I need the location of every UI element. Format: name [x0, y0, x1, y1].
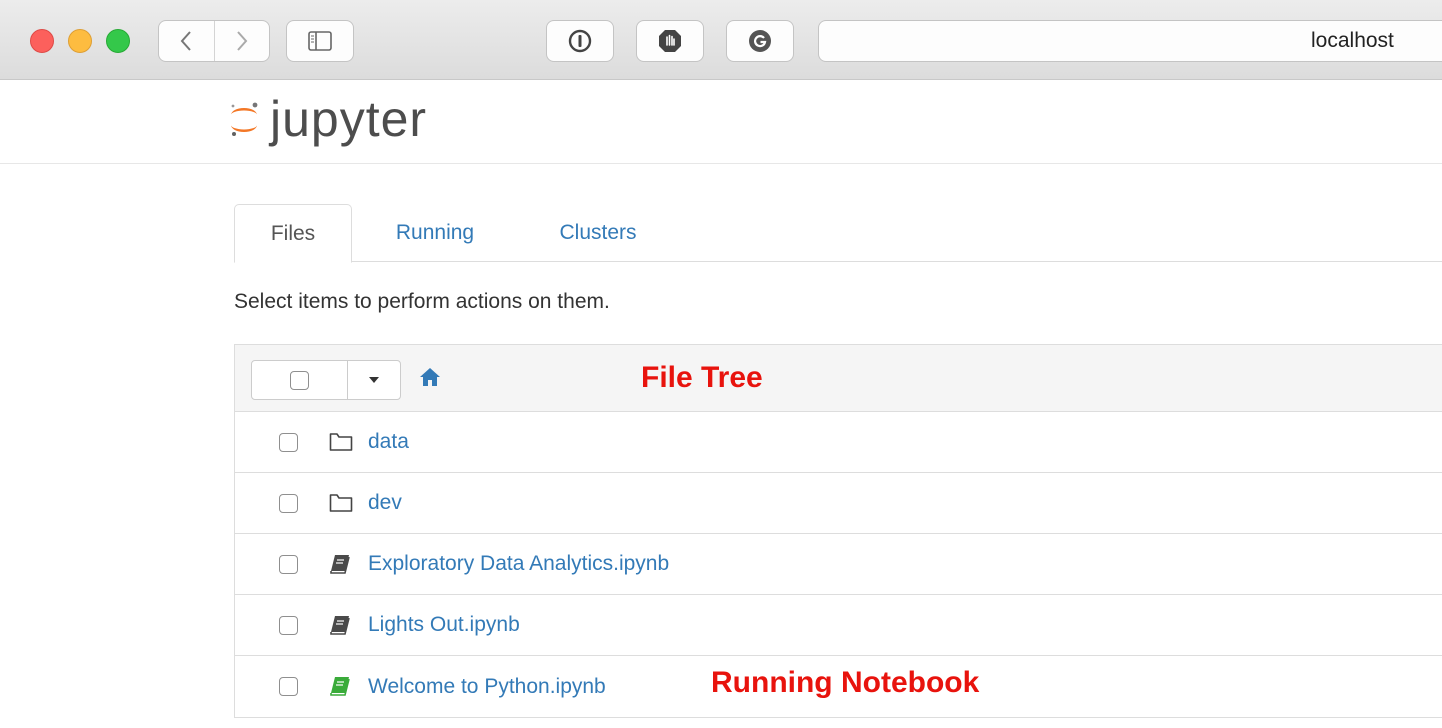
logo-text: jupyter: [270, 91, 428, 147]
file-tree-annotation: File Tree: [641, 361, 763, 394]
browser-toolbar: localhost: [0, 0, 1442, 80]
password-manager-icon: [568, 29, 592, 53]
list-item: Welcome to Python.ipynb Running Notebook: [235, 656, 1442, 717]
back-button[interactable]: [159, 21, 214, 61]
list-item: Exploratory Data Analytics.ipynb: [235, 534, 1442, 595]
tab-clusters[interactable]: Clusters: [536, 204, 660, 262]
home-icon: [420, 368, 440, 386]
sidebar-icon: [308, 31, 332, 51]
select-all-checkbox[interactable]: [252, 361, 348, 399]
tab-bar: Files Running Clusters: [234, 204, 1442, 263]
minimize-window-button[interactable]: [68, 29, 92, 53]
running-notebook-annotation: Running Notebook: [711, 666, 980, 699]
chevron-left-icon: [180, 31, 191, 51]
file-name-link[interactable]: dev: [368, 491, 402, 515]
navigation-buttons: [158, 20, 270, 62]
address-bar[interactable]: localhost: [818, 20, 1442, 62]
checkbox-box: [290, 370, 309, 390]
item-checkbox[interactable]: [279, 677, 298, 696]
caret-down-icon: [369, 377, 379, 383]
grammarly-button[interactable]: [726, 20, 794, 62]
sidebar-toggle-button[interactable]: [286, 20, 354, 62]
item-checkbox[interactable]: [279, 555, 298, 574]
folder-icon: [329, 433, 353, 451]
jupyter-logo[interactable]: jupyter: [228, 94, 427, 144]
zoom-window-button[interactable]: [106, 29, 130, 53]
list-item: Lights Out.ipynb: [235, 595, 1442, 656]
item-checkbox[interactable]: [279, 616, 298, 635]
notebook-icon: [330, 555, 350, 574]
notebook-icon: [330, 616, 350, 635]
jupyter-header: jupyter: [0, 80, 1442, 164]
folder-icon: [329, 494, 353, 512]
address-text: localhost: [1311, 29, 1394, 52]
file-name-link[interactable]: Exploratory Data Analytics.ipynb: [368, 552, 669, 576]
selection-hint: Select items to perform actions on them.: [234, 290, 610, 313]
password-manager-button[interactable]: [546, 20, 614, 62]
close-window-button[interactable]: [30, 29, 54, 53]
file-list-header: File Tree: [235, 345, 1442, 412]
grammarly-icon: [749, 30, 771, 52]
select-dropdown-button[interactable]: [348, 361, 400, 399]
select-all-group: [251, 360, 401, 400]
home-breadcrumb[interactable]: [419, 367, 441, 392]
file-name-link[interactable]: data: [368, 430, 409, 454]
notebook-running-icon: [330, 677, 350, 696]
jupyter-logo-icon: [231, 102, 258, 136]
list-item: dev: [235, 473, 1442, 534]
item-checkbox[interactable]: [279, 494, 298, 513]
file-name-link[interactable]: Lights Out.ipynb: [368, 613, 520, 637]
forward-button[interactable]: [213, 21, 270, 61]
file-name-link[interactable]: Welcome to Python.ipynb: [368, 675, 606, 699]
list-item: data: [235, 412, 1442, 473]
chevron-right-icon: [237, 31, 248, 51]
item-checkbox[interactable]: [279, 433, 298, 452]
file-list: File Tree data dev Exploratory Data Anal…: [234, 344, 1442, 718]
tab-running[interactable]: Running: [376, 204, 494, 262]
adblock-button[interactable]: [636, 20, 704, 62]
tab-files[interactable]: Files: [234, 204, 352, 263]
hand-stop-icon: [659, 30, 681, 52]
